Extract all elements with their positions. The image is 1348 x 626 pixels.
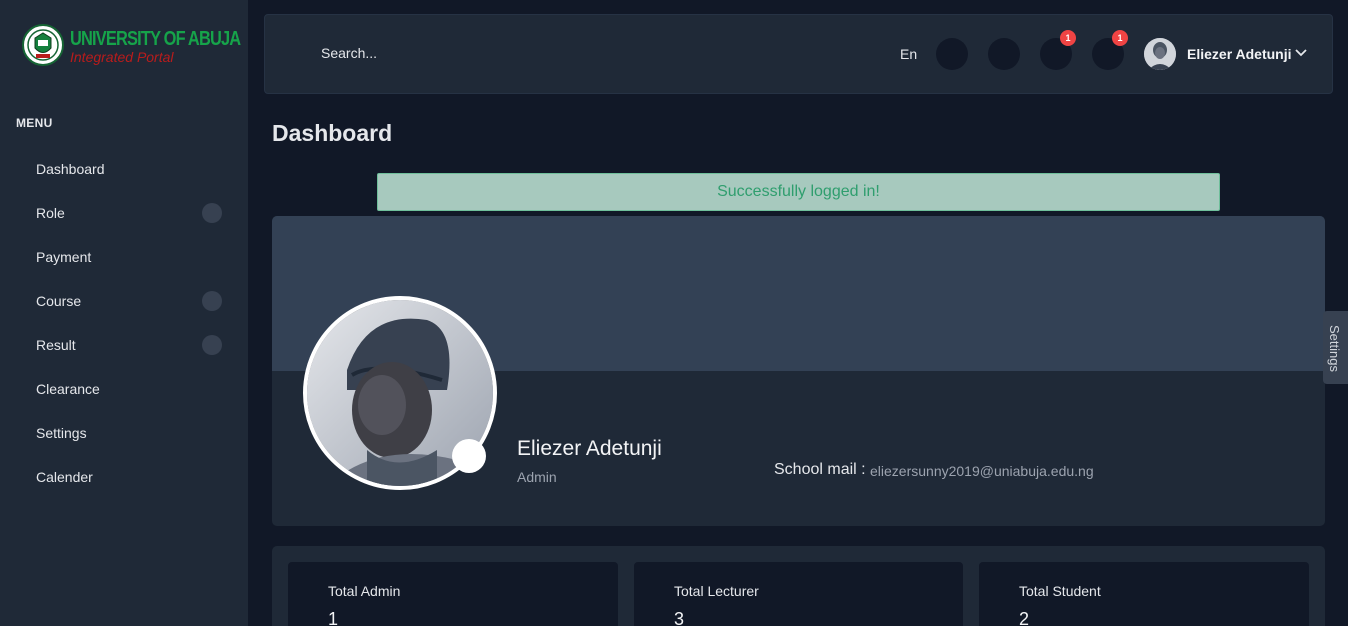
sidebar-item-clearance[interactable]: Clearance xyxy=(0,367,248,411)
expand-toggle-icon xyxy=(202,291,222,311)
page-title: Dashboard xyxy=(272,120,393,146)
chevron-down-icon[interactable] xyxy=(1294,48,1308,58)
menu-heading: MENU xyxy=(16,116,53,130)
stat-label: Total Student xyxy=(1019,583,1101,599)
apps-grid-icon[interactable] xyxy=(988,38,1020,70)
user-photo-icon xyxy=(1144,38,1176,70)
stat-value: 2 xyxy=(1019,609,1030,626)
avatar[interactable] xyxy=(1144,38,1176,70)
sidebar-item-course[interactable]: Course xyxy=(0,279,248,323)
stat-value: 1 xyxy=(328,609,339,626)
message-icon[interactable]: 1 xyxy=(1092,30,1128,70)
brand-title: UNIVERSITY OF ABUJA xyxy=(70,28,241,50)
settings-tab-label: Settings xyxy=(1327,325,1342,372)
sidebar-item-role[interactable]: Role xyxy=(0,191,248,235)
sidebar-item-label: Result xyxy=(36,337,76,353)
notification-badge: 1 xyxy=(1060,30,1076,46)
stat-card-student[interactable]: Total Student 2 xyxy=(979,562,1309,626)
profile-role: Admin xyxy=(517,469,557,485)
sidebar-item-payment[interactable]: Payment xyxy=(0,235,248,279)
sidebar-item-label: Course xyxy=(36,293,82,309)
school-mail-label: School mail : xyxy=(774,461,866,478)
sidebar-item-settings[interactable]: Settings xyxy=(0,411,248,455)
search-input[interactable] xyxy=(321,45,521,61)
university-seal-icon xyxy=(22,24,64,66)
sidebar: UNIVERSITY OF ABUJA Integrated Portal ME… xyxy=(0,0,248,626)
message-badge: 1 xyxy=(1112,30,1128,46)
stat-card-admin[interactable]: Total Admin 1 xyxy=(288,562,618,626)
stat-card-lecturer[interactable]: Total Lecturer 3 xyxy=(634,562,963,626)
language-selector[interactable]: En xyxy=(900,46,917,62)
top-bar: En 1 1 Eliezer Adetunji xyxy=(264,14,1333,94)
sidebar-item-label: Role xyxy=(36,205,65,221)
stat-label: Total Admin xyxy=(328,583,401,599)
school-mail-value: eliezersunny2019@uniabuja.edu.ng xyxy=(870,463,1094,479)
stat-label: Total Lecturer xyxy=(674,583,759,599)
brand-subtitle: Integrated Portal xyxy=(70,49,174,65)
sidebar-menu: Dashboard Role Payment Course Result Cle… xyxy=(0,147,248,499)
university-logo[interactable]: UNIVERSITY OF ABUJA Integrated Portal xyxy=(22,24,241,68)
profile-name: Eliezer Adetunji xyxy=(517,437,662,460)
success-alert: Successfully logged in! xyxy=(377,173,1220,211)
sidebar-item-label: Payment xyxy=(36,249,92,265)
profile-card: Eliezer Adetunji Admin School mail : eli… xyxy=(272,216,1325,526)
stat-value: 3 xyxy=(674,609,685,626)
sidebar-item-label: Dashboard xyxy=(36,161,105,177)
user-name[interactable]: Eliezer Adetunji xyxy=(1187,46,1292,62)
sidebar-item-calender[interactable]: Calender xyxy=(0,455,248,499)
online-status-indicator xyxy=(452,439,486,473)
sidebar-item-label: Settings xyxy=(36,425,87,441)
sidebar-item-label: Clearance xyxy=(36,381,100,397)
sidebar-item-result[interactable]: Result xyxy=(0,323,248,367)
fullscreen-icon[interactable] xyxy=(936,38,968,70)
stats-panel: Total Admin 1 Total Lecturer 3 Total Stu… xyxy=(272,546,1325,626)
bell-icon[interactable]: 1 xyxy=(1040,30,1076,70)
sidebar-item-dashboard[interactable]: Dashboard xyxy=(0,147,248,191)
expand-toggle-icon xyxy=(202,335,222,355)
expand-toggle-icon xyxy=(202,203,222,223)
sidebar-item-label: Calender xyxy=(36,469,93,485)
